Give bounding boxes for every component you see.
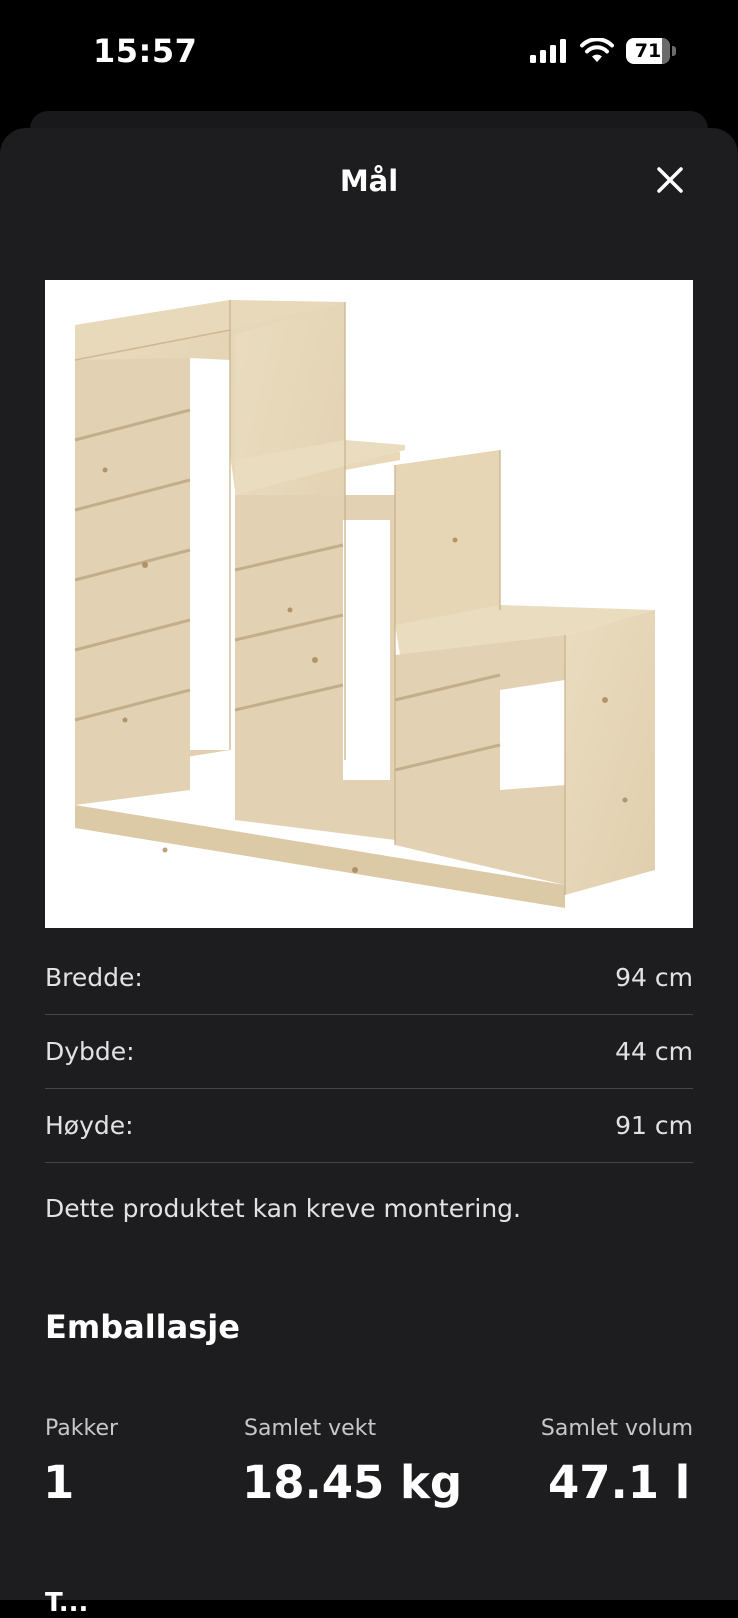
cellular-signal-icon bbox=[530, 39, 566, 63]
total-weight-label: Samlet vekt bbox=[244, 1416, 377, 1441]
next-section-heading-partial: T... bbox=[45, 1588, 89, 1618]
total-weight-value: 18.45 kg bbox=[242, 1456, 463, 1509]
dimension-value: 94 cm bbox=[615, 962, 693, 992]
dimensions-sheet: Mål Bredde: 94 cm Dybde: 44 cm Høyde: 91… bbox=[0, 128, 738, 1618]
dimension-value: 44 cm bbox=[615, 1036, 693, 1066]
product-image bbox=[45, 280, 693, 928]
battery-level: 71 bbox=[634, 39, 662, 62]
packages-label: Pakker bbox=[45, 1416, 119, 1441]
wifi-icon bbox=[580, 38, 614, 62]
total-volume-label: Samlet volum bbox=[540, 1416, 693, 1441]
packaging-title: Emballasje bbox=[45, 1308, 240, 1346]
dimension-label: Dybde: bbox=[45, 1036, 135, 1066]
status-time: 15:57 bbox=[93, 32, 198, 70]
total-volume-value: 47.1 l bbox=[548, 1456, 691, 1509]
sheet-title: Mål bbox=[339, 164, 399, 198]
status-bar: 15:57 71 bbox=[0, 0, 738, 110]
packages-value: 1 bbox=[43, 1456, 75, 1509]
close-button[interactable] bbox=[650, 160, 690, 200]
close-icon bbox=[657, 167, 683, 193]
dimension-row-height: Høyde: 91 cm bbox=[45, 1088, 693, 1163]
dimension-row-width: Bredde: 94 cm bbox=[45, 940, 693, 1015]
dimension-label: Høyde: bbox=[45, 1110, 134, 1140]
dimension-label: Bredde: bbox=[45, 962, 143, 992]
battery-icon: 71 bbox=[626, 38, 676, 64]
shelf-illustration bbox=[74, 300, 655, 908]
status-icons: 71 bbox=[530, 38, 676, 64]
dimension-value: 91 cm bbox=[615, 1110, 693, 1140]
assembly-note: Dette produktet kan kreve montering. bbox=[45, 1194, 522, 1223]
dimension-row-depth: Dybde: 44 cm bbox=[45, 1014, 693, 1089]
